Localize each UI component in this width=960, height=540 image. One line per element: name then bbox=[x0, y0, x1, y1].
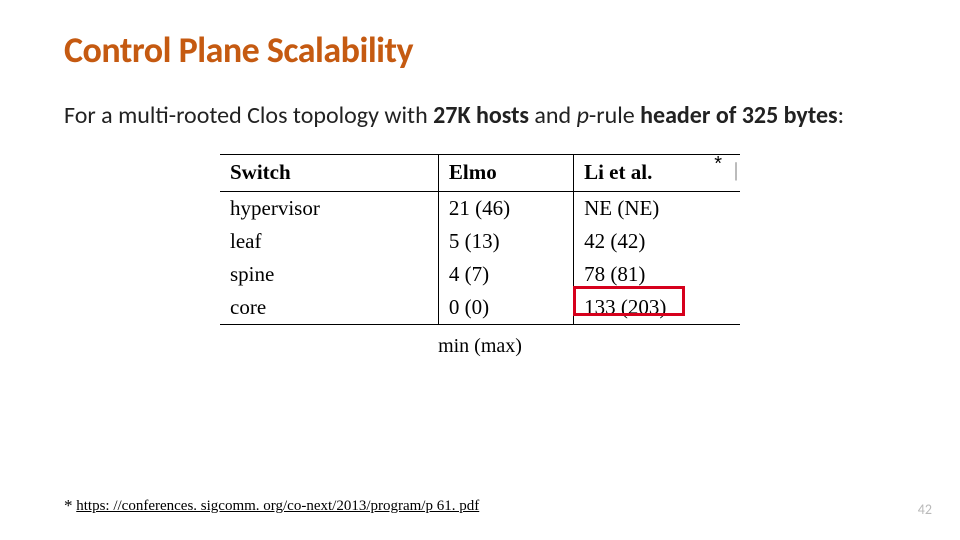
cell-elmo: 4 (7) bbox=[438, 258, 573, 291]
table-row: spine 4 (7) 78 (81) bbox=[220, 258, 740, 291]
table-row: core 0 (0) 133 (203) bbox=[220, 291, 740, 325]
cell-elmo: 5 (13) bbox=[438, 225, 573, 258]
table-wrap: Switch Elmo Li et al. * | hypervisor 21 … bbox=[220, 154, 740, 358]
table-header-row: Switch Elmo Li et al. * | bbox=[220, 155, 740, 192]
asterisk-icon: * bbox=[714, 153, 722, 176]
intro-pre: For a multi-rooted Clos topology with bbox=[64, 101, 433, 130]
intro-mid1: and bbox=[529, 101, 577, 130]
intro-header: header of 325 bytes bbox=[640, 101, 837, 130]
divider-bar: | bbox=[734, 159, 738, 182]
footnote-link[interactable]: https: //conferences. sigcomm. org/co-ne… bbox=[76, 498, 479, 514]
results-table: Switch Elmo Li et al. * | hypervisor 21 … bbox=[220, 154, 740, 325]
intro-text: For a multi-rooted Clos topology with 27… bbox=[64, 100, 896, 132]
slide: Control Plane Scalability For a multi-ro… bbox=[0, 0, 960, 540]
th-switch: Switch bbox=[220, 155, 438, 192]
cell-li-highlight: 133 (203) bbox=[574, 291, 740, 325]
cell-switch: core bbox=[220, 291, 438, 325]
cell-elmo: 21 (46) bbox=[438, 192, 573, 226]
page-title: Control Plane Scalability bbox=[64, 28, 896, 72]
th-li: Li et al. * | bbox=[574, 155, 740, 192]
cell-switch: hypervisor bbox=[220, 192, 438, 226]
intro-hosts: 27K hosts bbox=[433, 101, 529, 130]
intro-mid2: -rule bbox=[589, 101, 640, 130]
cell-li: 42 (42) bbox=[574, 225, 740, 258]
intro-p: p bbox=[577, 101, 589, 130]
table-caption: min (max) bbox=[220, 335, 740, 358]
cell-li: 78 (81) bbox=[574, 258, 740, 291]
table-row: leaf 5 (13) 42 (42) bbox=[220, 225, 740, 258]
cell-switch: spine bbox=[220, 258, 438, 291]
page-number: 42 bbox=[918, 501, 932, 518]
footnote: * https: //conferences. sigcomm. org/co-… bbox=[64, 496, 479, 516]
th-li-label: Li et al. bbox=[584, 160, 652, 184]
intro-post: : bbox=[838, 101, 844, 130]
footnote-star: * bbox=[64, 496, 73, 515]
table-row: hypervisor 21 (46) NE (NE) bbox=[220, 192, 740, 226]
th-elmo: Elmo bbox=[438, 155, 573, 192]
cell-switch: leaf bbox=[220, 225, 438, 258]
cell-li: NE (NE) bbox=[574, 192, 740, 226]
cell-elmo: 0 (0) bbox=[438, 291, 573, 325]
